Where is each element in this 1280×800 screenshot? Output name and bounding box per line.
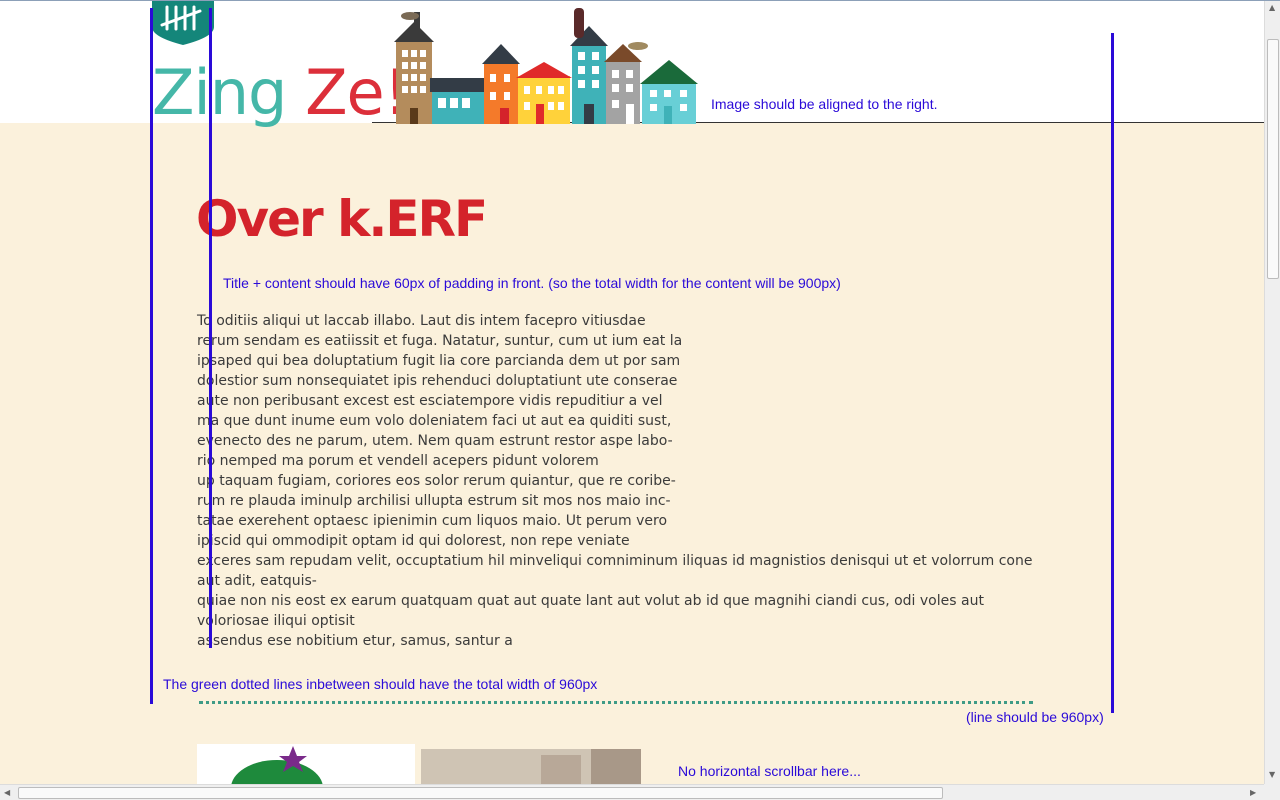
content-line: rum re plauda iminulp archilisi ullupta … [197,493,671,509]
page-title: Over k.ERF [196,190,488,248]
houses-illustration [394,8,698,124]
content-line: tatae exerehent optaesc ipienimin cum li… [197,513,668,529]
note-dotted-width: The green dotted lines inbetween should … [163,676,598,692]
content-line: up taquam fugiam, coriores eos solor rer… [197,473,676,489]
content-line: ipiscid qui ommodipit optam id qui dolor… [197,533,630,549]
content-line: evenecto des ne parum, utem. Nem quam es… [197,433,673,449]
vertical-scrollbar[interactable]: ▲ ▼ [1264,1,1280,784]
horizontal-scroll-thumb[interactable] [18,787,943,799]
content-line: dolestior sum nonsequiatet ipis rehenduc… [197,373,678,389]
thumbnail-fruit[interactable] [197,744,415,786]
content-line: quiae non nis eost ex earum quatquam qua… [197,593,984,629]
content-line: aute non peribusant excest est esciatemp… [197,393,663,409]
site-logo-wordmark[interactable]: Zing Ze! [152,56,409,129]
vertical-scroll-thumb[interactable] [1267,39,1279,279]
thumbnail-photo[interactable] [421,749,641,786]
horizontal-scrollbar[interactable]: ◀ ▶ [0,784,1264,800]
tally-shield-icon[interactable] [152,1,214,45]
scroll-up-icon[interactable]: ▲ [1269,3,1275,12]
scroll-down-icon[interactable]: ▼ [1269,770,1275,779]
page-content: To oditiis aliqui ut laccab illabo. Laut… [197,311,1037,651]
content-line: To oditiis aliqui ut laccab illabo. Laut… [197,313,646,329]
guide-line-left [150,8,153,704]
dotted-divider [199,701,1033,704]
note-image-align: Image should be aligned to the right. [711,96,938,112]
content-line: rio nemped ma porum et vendell acepers p… [197,453,599,469]
content-line: assendus ese nobitium etur, samus, santu… [197,633,513,649]
content-line: rerum sendam es eatiissit et fuga. Natat… [197,333,683,349]
content-line: ma que dunt inume eum volo doleniatem fa… [197,413,672,429]
note-padding: Title + content should have 60px of padd… [223,275,841,291]
scrollbar-corner [1264,784,1280,800]
scroll-left-icon[interactable]: ◀ [4,788,10,797]
note-no-scrollbar: No horizontal scrollbar here... [678,763,861,779]
fruit-image [231,746,323,786]
guide-line-padding [209,8,212,648]
content-line: exceres sam repudam velit, occuptatium h… [197,553,1033,589]
street-photo-image [421,749,641,786]
scroll-right-icon[interactable]: ▶ [1250,788,1256,797]
guide-line-right [1111,33,1114,713]
brand-part-1: Zing [152,56,306,129]
content-line: ipsaped qui bea doluptatium fugit lia co… [197,353,681,369]
note-line-width: (line should be 960px) [966,709,1104,725]
